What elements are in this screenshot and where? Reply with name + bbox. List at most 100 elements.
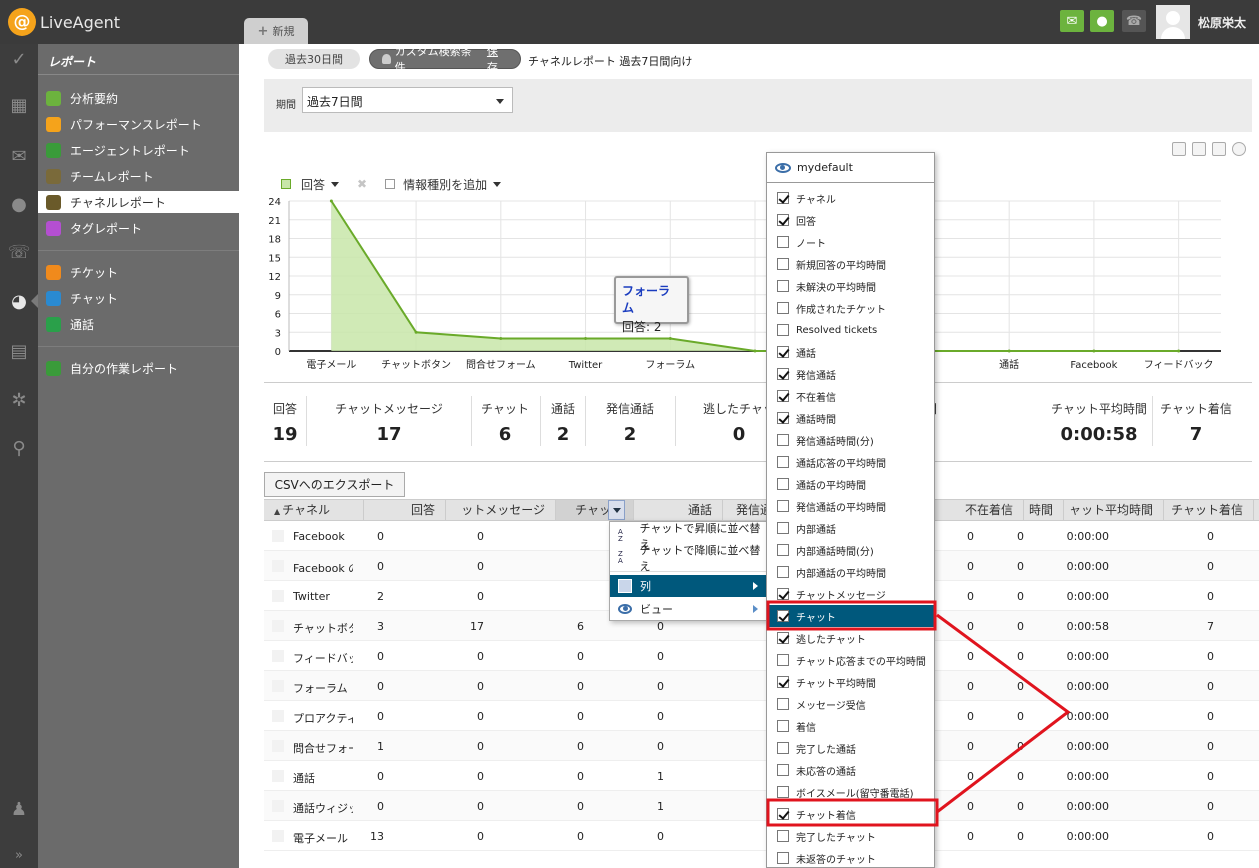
sidebar-item-7[interactable]: チャット <box>46 287 239 309</box>
checked-checkbox[interactable] <box>777 676 789 688</box>
row-checkbox[interactable] <box>272 740 284 752</box>
unchecked-checkbox[interactable] <box>777 544 789 556</box>
table-row[interactable]: プロアクティブ0000000:00:000 <box>264 701 1259 731</box>
remove-metric-icon[interactable]: ✖ <box>357 177 367 191</box>
chevron-down-icon[interactable] <box>493 181 502 187</box>
unchecked-checkbox[interactable] <box>777 742 789 754</box>
save-filter-link[interactable]: 保存 <box>487 43 508 75</box>
dashboard-icon[interactable]: ▦ <box>0 90 38 120</box>
column-option[interactable]: 新規回答の平均時間 <box>767 253 934 275</box>
add-metric-checkbox[interactable] <box>385 179 396 189</box>
column-option[interactable]: 通話 <box>767 341 934 363</box>
unchecked-checkbox[interactable] <box>777 258 789 270</box>
row-checkbox[interactable] <box>272 680 284 692</box>
column-header[interactable]: チャット着信 <box>1164 500 1254 520</box>
bar-chart-icon[interactable] <box>1212 142 1226 156</box>
unchecked-checkbox[interactable] <box>777 522 789 534</box>
unchecked-checkbox[interactable] <box>777 852 789 864</box>
checked-checkbox[interactable] <box>777 368 789 380</box>
column-option[interactable]: 未解決の平均時間 <box>767 275 934 297</box>
column-header[interactable]: ットメッセージ <box>446 500 556 520</box>
metric-selector[interactable]: 回答 <box>301 176 325 193</box>
column-option[interactable]: 通話の平均時間 <box>767 473 934 495</box>
sidebar-item-2[interactable]: エージェントレポート <box>46 139 239 161</box>
column-option[interactable]: チャネル <box>767 187 934 209</box>
unchecked-checkbox[interactable] <box>777 478 789 490</box>
contacts-icon[interactable]: ♟ <box>0 794 38 824</box>
column-option[interactable]: 内部通話の平均時間 <box>767 561 934 583</box>
new-tab-button[interactable]: + 新規 <box>244 18 308 44</box>
column-option[interactable]: 未返答のチャット <box>767 847 934 867</box>
unchecked-checkbox[interactable] <box>777 830 789 842</box>
column-option[interactable]: 内部通話時間(分) <box>767 539 934 561</box>
row-checkbox[interactable] <box>272 710 284 722</box>
check-icon[interactable]: ✓ <box>0 44 38 74</box>
knowledge-icon[interactable]: ▤ <box>0 336 38 366</box>
app-logo[interactable]: @ LiveAgent <box>8 8 120 36</box>
row-checkbox[interactable] <box>272 530 284 542</box>
table-row[interactable]: フィードバック0000000:00:000 <box>264 641 1259 671</box>
row-checkbox[interactable] <box>272 800 284 812</box>
column-option[interactable]: ノート <box>767 231 934 253</box>
sidebar-item-3[interactable]: チームレポート <box>46 165 239 187</box>
chat-icon[interactable]: ● <box>0 189 38 219</box>
unchecked-checkbox[interactable] <box>777 500 789 512</box>
row-checkbox[interactable] <box>272 620 284 632</box>
columns-menu-item[interactable]: 列 <box>610 575 766 597</box>
unchecked-checkbox[interactable] <box>777 280 789 292</box>
search-icon[interactable]: ⚲ <box>0 433 38 463</box>
add-metric-label[interactable]: 情報種別を追加 <box>403 176 487 193</box>
column-option[interactable]: 発信通話時間(分) <box>767 429 934 451</box>
column-option[interactable]: チャットメッセージ <box>767 583 934 605</box>
column-header[interactable]: ▲ チャネル <box>264 500 364 520</box>
column-option[interactable]: 不在着信 <box>767 385 934 407</box>
sidebar-item-6[interactable]: チケット <box>46 261 239 283</box>
chevron-down-icon[interactable] <box>331 181 340 187</box>
unchecked-checkbox[interactable] <box>777 434 789 446</box>
column-option[interactable]: 作成されたチケット <box>767 297 934 319</box>
settings-icon[interactable]: ✲ <box>0 385 38 415</box>
checked-checkbox[interactable] <box>777 588 789 600</box>
unchecked-checkbox[interactable] <box>777 456 789 468</box>
column-option[interactable]: 内部通話 <box>767 517 934 539</box>
column-option[interactable]: 通話時間 <box>767 407 934 429</box>
column-option[interactable]: 逃したチャット <box>767 627 934 649</box>
checked-checkbox[interactable] <box>777 632 789 644</box>
period-select[interactable]: 過去7日間 <box>302 87 513 113</box>
chat-status-icon[interactable]: ● <box>1090 10 1114 32</box>
sidebar-item-0[interactable]: 分析要約 <box>46 87 239 109</box>
column-option[interactable]: 通話応答の平均時間 <box>767 451 934 473</box>
area-chart-icon[interactable] <box>1172 142 1186 156</box>
new-email-icon[interactable]: ✉ <box>1060 10 1084 32</box>
sidebar-item-1[interactable]: パフォーマンスレポート <box>46 113 239 135</box>
unchecked-checkbox[interactable] <box>777 786 789 798</box>
user-avatar[interactable] <box>1156 5 1190 39</box>
column-option[interactable]: チャット着信 <box>767 803 934 825</box>
checked-checkbox[interactable] <box>777 192 789 204</box>
row-checkbox[interactable] <box>272 770 284 782</box>
export-csv-button[interactable]: CSVへのエクスポート <box>264 472 405 497</box>
pie-chart-icon[interactable] <box>1232 142 1246 156</box>
column-option[interactable]: 完了したチャット <box>767 825 934 847</box>
view-header[interactable]: mydefault <box>767 153 934 183</box>
table-row[interactable]: 通話ウィジット0001000:00:000 <box>264 791 1259 821</box>
phone-icon[interactable]: ☏ <box>0 237 38 267</box>
sidebar-item-9[interactable]: 自分の作業レポート <box>46 357 239 379</box>
column-option[interactable]: 発信通話の平均時間 <box>767 495 934 517</box>
checked-checkbox[interactable] <box>777 390 789 402</box>
table-row[interactable]: 電子メール 13 0 0 0 0 0 0:00:00 0 <box>264 821 1259 851</box>
column-option[interactable]: 着信 <box>767 715 934 737</box>
unchecked-checkbox[interactable] <box>777 764 789 776</box>
sort-descending-item[interactable]: ZA チャットで降順に並べ替え <box>610 544 766 573</box>
column-header[interactable]: ャット平均時間 <box>1064 500 1164 520</box>
checked-checkbox[interactable] <box>777 808 789 820</box>
table-row[interactable]: 通話 0 0 0 1 0 0 0:00:00 0 <box>264 761 1259 791</box>
row-checkbox[interactable] <box>272 560 284 572</box>
sidebar-item-4[interactable]: チャネルレポート <box>38 191 239 213</box>
column-option[interactable]: チャット平均時間 <box>767 671 934 693</box>
column-option[interactable]: 回答 <box>767 209 934 231</box>
mail-icon[interactable]: ✉ <box>0 141 38 171</box>
column-header[interactable]: 回答 <box>364 500 446 520</box>
view-menu-item[interactable]: ビュー <box>610 598 766 620</box>
unchecked-checkbox[interactable] <box>777 324 789 336</box>
